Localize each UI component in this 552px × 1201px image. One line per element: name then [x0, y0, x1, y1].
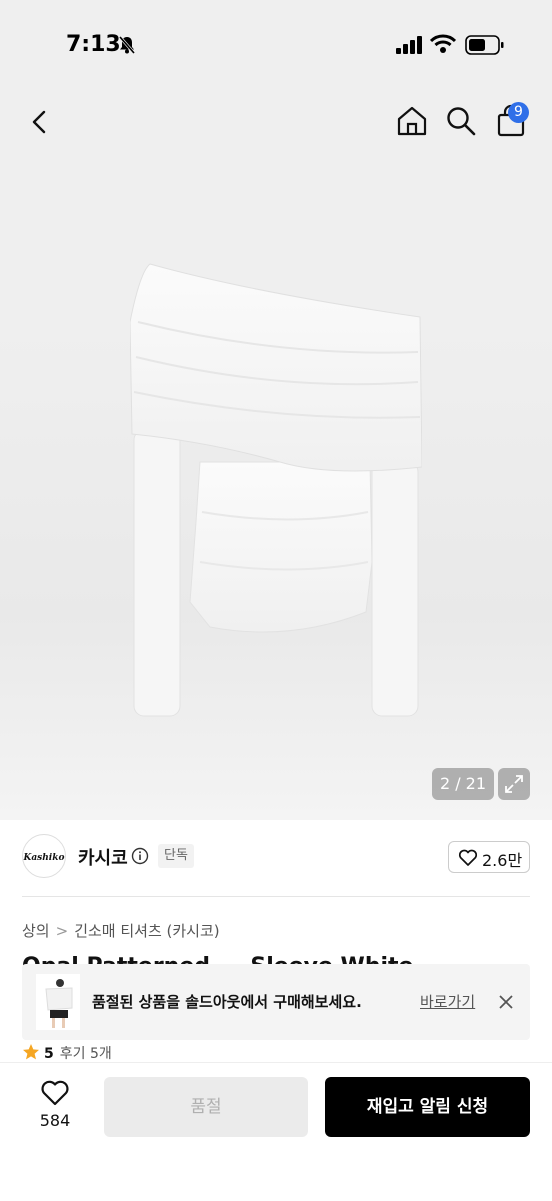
cellular-signal-icon	[396, 36, 422, 54]
toast-shortcut-link[interactable]: 바로가기	[420, 991, 475, 1012]
info-icon[interactable]	[131, 847, 149, 865]
wifi-icon	[430, 34, 456, 53]
chevron-right-icon: >	[55, 922, 69, 940]
product-image	[130, 263, 422, 717]
status-time: 7:13	[66, 32, 121, 57]
breadcrumb: 상의 > 긴소매 티셔츠 (카시코)	[22, 920, 220, 941]
review-count: 후기 5개	[59, 1046, 112, 1062]
close-icon[interactable]	[498, 994, 514, 1010]
cart-count-badge: 9	[508, 102, 529, 123]
heart-icon	[41, 1080, 69, 1106]
back-arrow-icon[interactable]	[24, 106, 56, 138]
battery-icon	[465, 35, 504, 55]
toast-product-thumbnail	[36, 974, 80, 1030]
toast-message: 품절된 상품을 솔드아웃에서 구매해보세요.	[92, 993, 362, 1011]
divider	[22, 896, 530, 897]
breadcrumb-item[interactable]: 긴소매 티셔츠 (카시코)	[74, 922, 219, 940]
bell-slash-icon	[118, 36, 136, 54]
svg-text:Kashiko: Kashiko	[23, 853, 65, 863]
wishlist-button[interactable]: 584	[28, 1079, 82, 1130]
exclusive-badge: 단독	[158, 844, 194, 868]
breadcrumb-item[interactable]: 상의	[22, 922, 50, 940]
heart-icon	[458, 849, 478, 866]
brand-name[interactable]: 카시코	[78, 844, 128, 870]
search-icon[interactable]	[445, 105, 477, 137]
brand-like-button[interactable]: 2.6만	[448, 841, 530, 873]
wishlist-count: 584	[39, 1111, 71, 1130]
soldout-toast: 품절된 상품을 솔드아웃에서 구매해보세요. 바로가기	[22, 964, 530, 1040]
brand-logo[interactable]: Kashiko	[22, 834, 66, 878]
image-counter: 2 / 21	[432, 768, 494, 800]
status-bar: 7:13	[0, 0, 552, 90]
brand-like-count: 2.6만	[482, 851, 523, 870]
soldout-button: 품절	[104, 1077, 308, 1137]
rating-score: 5	[44, 1046, 54, 1062]
expand-icon[interactable]	[498, 768, 530, 800]
bottom-action-bar: 584 품절 재입고 알림 신청	[0, 1062, 552, 1201]
brand-row: Kashiko 카시코 단독 2.6만	[0, 820, 552, 898]
star-icon	[23, 1044, 39, 1060]
home-icon[interactable]	[395, 104, 429, 138]
restock-alert-button[interactable]: 재입고 알림 신청	[325, 1077, 530, 1137]
